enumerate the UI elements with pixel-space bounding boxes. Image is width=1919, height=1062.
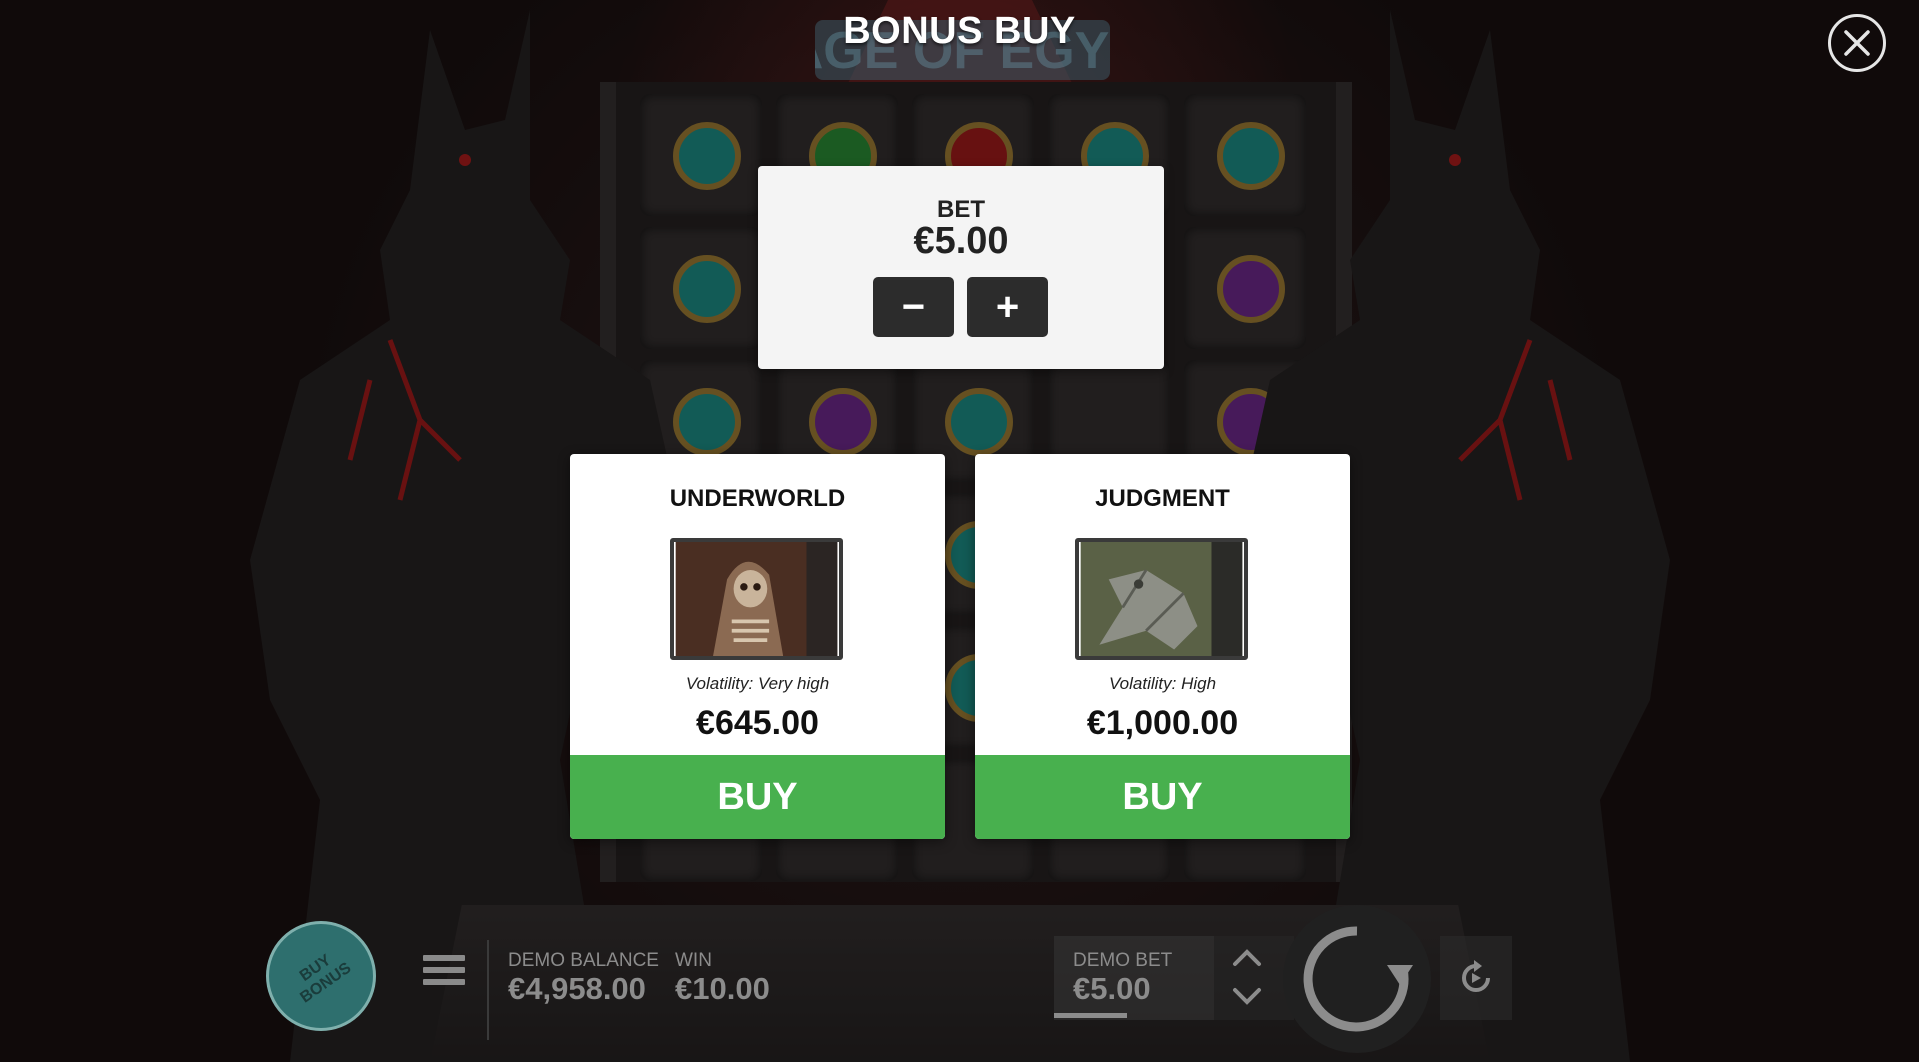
balance-value: €4,958.00 — [508, 971, 646, 1006]
win-label: WIN — [675, 950, 712, 971]
autoplay-button[interactable] — [1440, 936, 1512, 1020]
bonus-price: €1,000.00 — [1086, 704, 1239, 742]
bet-up-button[interactable] — [1230, 944, 1264, 970]
plus-icon: + — [995, 284, 1020, 329]
spin-button[interactable] — [1283, 905, 1431, 1053]
demo-bet-value: €5.00 — [1073, 971, 1151, 1006]
buy-underworld-button[interactable]: BUY — [570, 755, 945, 839]
modal-overlay — [0, 0, 1919, 1062]
bet-panel: BET €5.00 − + — [758, 166, 1164, 369]
demo-bet-label: DEMO BET — [1073, 950, 1173, 971]
decrease-bet-button[interactable]: − — [873, 277, 954, 337]
bonus-card-judgment: JUDGMENT Volatility: High €1,000.00 BUY — [975, 454, 1350, 839]
bonus-title: JUDGMENT — [1095, 485, 1230, 512]
close-icon — [1844, 30, 1870, 56]
balance-label: DEMO BALANCE — [508, 950, 659, 971]
close-button[interactable] — [1828, 14, 1886, 72]
buy-judgment-button[interactable]: BUY — [975, 755, 1350, 839]
increase-bet-button[interactable]: + — [967, 277, 1048, 337]
skeleton-reaper-image — [670, 538, 843, 660]
stone-creature-image — [1075, 538, 1248, 660]
buy-button-label: BUY — [1122, 775, 1203, 818]
bonus-title: UNDERWORLD — [669, 485, 846, 512]
bet-down-button[interactable] — [1230, 984, 1264, 1010]
win-value: €10.00 — [675, 971, 770, 1006]
buy-button-label: BUY — [717, 775, 798, 818]
minus-icon: − — [901, 284, 926, 329]
hamburger-icon — [423, 955, 465, 961]
bet-value: €5.00 — [913, 220, 1009, 262]
bonus-price: €645.00 — [696, 704, 819, 742]
buy-bonus-button[interactable]: BUY BONUS — [266, 921, 376, 1031]
buy-bonus-label: BUY BONUS — [296, 951, 355, 1007]
bonus-card-underworld: UNDERWORLD Volatility: Very high €645.00… — [570, 454, 945, 839]
spin-icon — [1303, 926, 1413, 1032]
bet-level-indicator — [1054, 1013, 1127, 1018]
dialog-title: BONUS BUY — [843, 10, 1076, 52]
bonus-volatility: Volatility: Very high — [685, 674, 830, 693]
menu-button[interactable] — [423, 955, 465, 995]
bar-divider — [487, 940, 489, 1040]
bonus-volatility: Volatility: High — [1108, 674, 1217, 693]
autoplay-icon — [1462, 960, 1490, 992]
